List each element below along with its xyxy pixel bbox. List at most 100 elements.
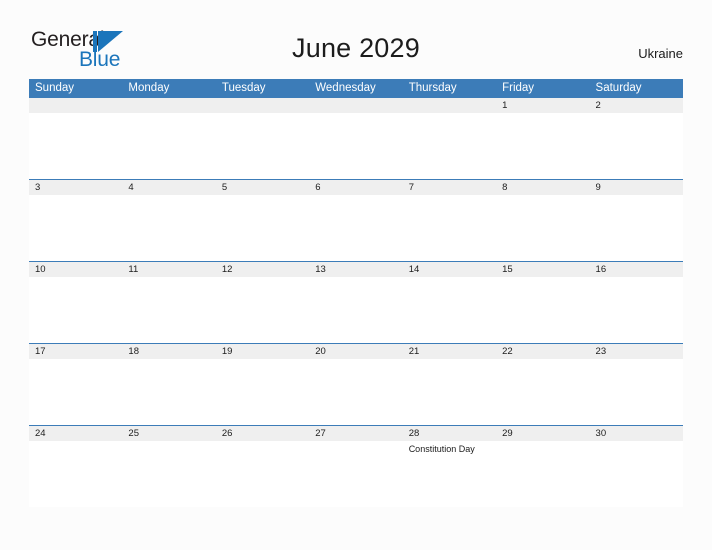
day-number: 4 — [122, 180, 216, 195]
calendar-day-cell[interactable]: 17 — [29, 343, 123, 426]
calendar-day-cell[interactable]: 15 — [496, 261, 590, 344]
day-cell-inner: 17 — [29, 344, 123, 425]
day-number: 21 — [402, 344, 497, 359]
day-number — [215, 98, 310, 113]
calendar-day-cell[interactable] — [402, 98, 497, 180]
calendar-page: General Blue June 2029 Ukraine Sunday Mo… — [0, 0, 712, 550]
weekday-header-thursday: Thursday — [402, 79, 497, 98]
day-cell-inner: 12 — [215, 262, 310, 343]
day-cell-inner: 22 — [496, 344, 590, 425]
day-cell-inner: 25 — [122, 426, 216, 507]
calendar-day-cell[interactable]: 3 — [29, 179, 123, 262]
day-cell-inner: 18 — [122, 344, 216, 425]
day-number: 14 — [402, 262, 497, 277]
calendar-day-cell[interactable]: 18 — [122, 343, 216, 426]
calendar-week-row: 17 18 19 20 21 22 23 — [29, 343, 683, 426]
day-cell-inner: 26 — [215, 426, 310, 507]
day-number: 13 — [309, 262, 403, 277]
calendar-week-row: 3456789 — [29, 179, 683, 262]
day-cell-inner: 4 — [122, 180, 216, 261]
calendar-day-cell[interactable] — [29, 98, 123, 180]
calendar-day-cell[interactable]: 29 — [496, 425, 590, 507]
calendar-day-cell[interactable]: 21 — [402, 343, 497, 426]
calendar-day-cell[interactable]: 20 — [309, 343, 403, 426]
calendar-day-cell[interactable]: 25 — [122, 425, 216, 507]
calendar-day-cell[interactable]: 4 — [122, 179, 216, 262]
day-number: 1 — [496, 98, 590, 113]
calendar-day-cell[interactable]: 19 — [215, 343, 310, 426]
calendar-day-cell[interactable]: 24 — [29, 425, 123, 507]
calendar-day-cell[interactable]: 10 — [29, 261, 123, 344]
calendar-day-cell[interactable]: 8 — [496, 179, 590, 262]
calendar-day-cell[interactable]: 30 — [589, 425, 683, 507]
day-cell-inner — [309, 98, 403, 179]
day-cell-inner: 5 — [215, 180, 310, 261]
day-cell-inner: 24 — [29, 426, 123, 507]
day-number: 30 — [589, 426, 683, 441]
day-number: 15 — [496, 262, 590, 277]
day-cell-inner — [122, 98, 216, 179]
day-cell-inner — [402, 98, 497, 179]
day-cell-inner: 23 — [589, 344, 683, 425]
day-number: 24 — [29, 426, 123, 441]
day-cell-inner: 28 Constitution Day — [402, 426, 497, 507]
calendar-day-cell[interactable]: 13 — [309, 261, 403, 344]
day-cell-inner: 30 — [589, 426, 683, 507]
day-number: 23 — [589, 344, 683, 359]
calendar-day-cell[interactable]: 2 — [589, 98, 683, 180]
day-number: 16 — [589, 262, 683, 277]
calendar-day-cell[interactable]: 12 — [215, 261, 310, 344]
day-number — [402, 98, 497, 113]
calendar-day-cell[interactable]: 28 Constitution Day — [402, 425, 497, 507]
day-cell-inner — [29, 98, 123, 179]
calendar-day-cell[interactable]: 26 — [215, 425, 310, 507]
day-cell-inner: 15 — [496, 262, 590, 343]
weekday-header-tuesday: Tuesday — [215, 79, 310, 98]
day-cell-inner: 3 — [29, 180, 123, 261]
calendar-header-row: Sunday Monday Tuesday Wednesday Thursday… — [29, 79, 683, 98]
calendar-day-cell[interactable]: 23 — [589, 343, 683, 426]
day-number: 8 — [496, 180, 590, 195]
calendar-day-cell[interactable]: 6 — [309, 179, 403, 262]
day-cell-inner: 14 — [402, 262, 497, 343]
day-events: Constitution Day — [403, 441, 496, 455]
calendar-day-cell[interactable]: 27 — [309, 425, 403, 507]
day-cell-inner: 6 — [309, 180, 403, 261]
calendar-day-cell[interactable]: 16 — [589, 261, 683, 344]
calendar-day-cell[interactable]: 7 — [402, 179, 497, 262]
day-cell-inner: 1 — [496, 98, 590, 179]
day-cell-inner: 2 — [589, 98, 683, 179]
calendar-day-cell[interactable]: 9 — [589, 179, 683, 262]
calendar-day-cell[interactable]: 1 — [496, 98, 590, 180]
weekday-header-wednesday: Wednesday — [309, 79, 403, 98]
day-cell-inner: 7 — [402, 180, 497, 261]
calendar-day-cell[interactable]: 11 — [122, 261, 216, 344]
day-number: 29 — [496, 426, 590, 441]
day-number: 17 — [29, 344, 123, 359]
calendar-week-row: 10 11 12 13 14 15 16 — [29, 261, 683, 344]
calendar-day-cell[interactable]: 14 — [402, 261, 497, 344]
calendar-day-cell[interactable] — [215, 98, 310, 180]
day-cell-inner: 27 — [309, 426, 403, 507]
day-number: 7 — [402, 180, 497, 195]
day-cell-inner: 21 — [402, 344, 497, 425]
weekday-header-monday: Monday — [122, 79, 216, 98]
day-number: 12 — [215, 262, 310, 277]
day-cell-inner — [215, 98, 310, 179]
day-number: 10 — [29, 262, 123, 277]
calendar-day-cell[interactable]: 22 — [496, 343, 590, 426]
day-cell-inner: 20 — [309, 344, 403, 425]
day-number: 18 — [122, 344, 216, 359]
calendar-day-cell[interactable] — [122, 98, 216, 180]
day-number: 5 — [215, 180, 310, 195]
day-number: 28 — [402, 426, 497, 441]
calendar-day-cell[interactable] — [309, 98, 403, 180]
day-cell-inner: 10 — [29, 262, 123, 343]
day-number: 26 — [215, 426, 310, 441]
calendar-day-cell[interactable]: 5 — [215, 179, 310, 262]
calendar-week-row: 24 25 26 27 28 Constitution Day 29 30 — [29, 425, 683, 507]
day-number: 19 — [215, 344, 310, 359]
page-header: General Blue June 2029 Ukraine — [0, 0, 712, 78]
region-label: Ukraine — [638, 46, 683, 61]
calendar-body: 1 2 3 4 5 6 7 8 9 10 11 12 13 14 15 16 17 18 19 20 21 22 23 24 2… — [29, 98, 683, 507]
